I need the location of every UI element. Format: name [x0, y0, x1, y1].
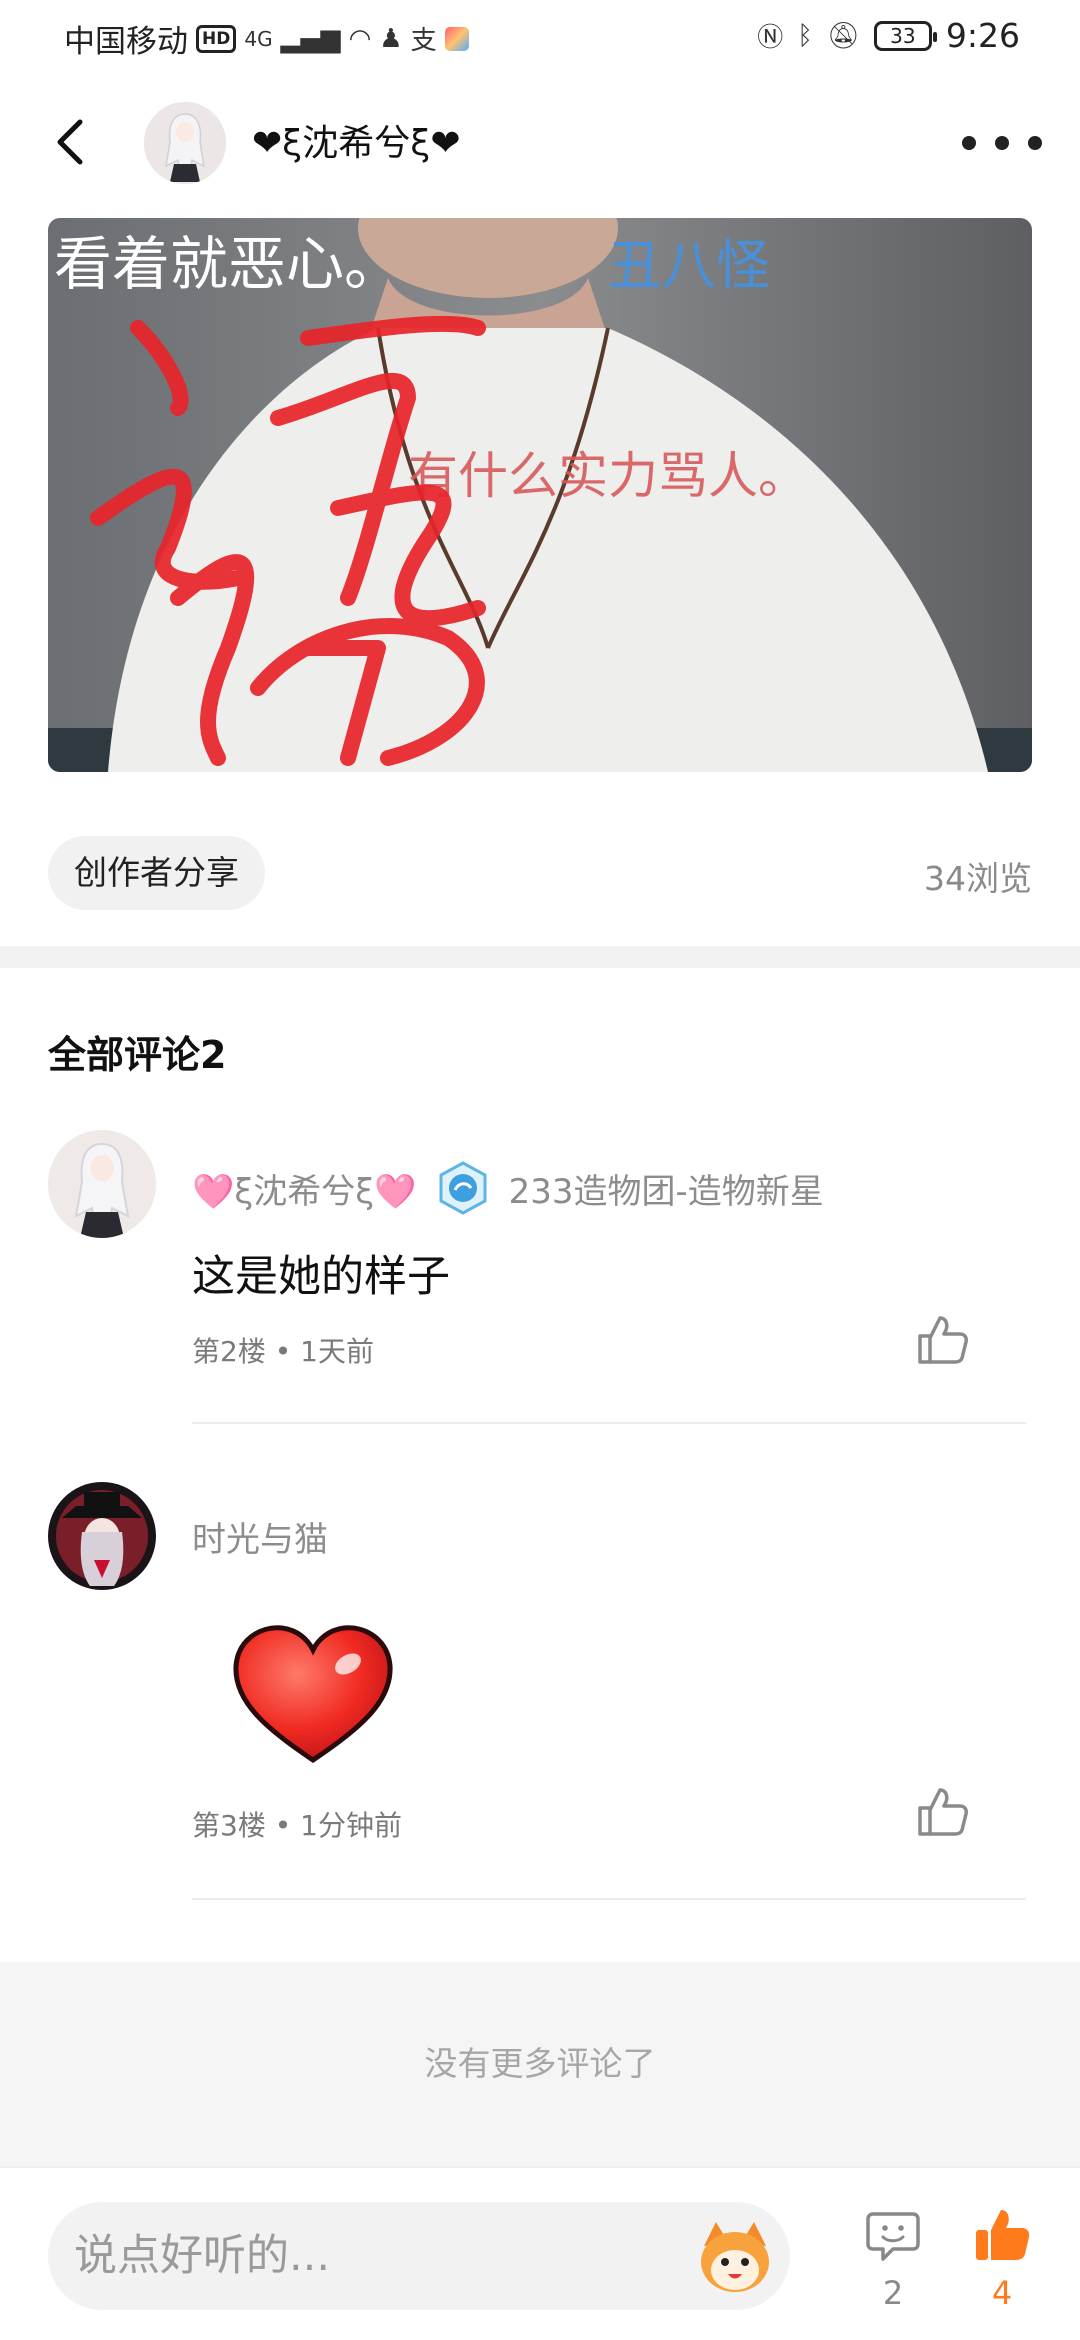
- comment-meta: 第2楼 • 1天前: [192, 1335, 374, 1368]
- comment-text: 这是她的样子: [192, 1252, 450, 1302]
- mascot-emoji-icon[interactable]: [694, 2216, 776, 2298]
- comment-item: 🩷ξ沈希兮ξ🩷 233造物团-造物新星 这是她的样子 第2楼 • 1天前: [0, 1130, 1080, 1430]
- like-post-button[interactable]: 4: [962, 2206, 1042, 2312]
- creator-badge-icon: [435, 1160, 491, 1216]
- status-left: 中国移动 HD 4G ▂▄▆ ◠ ♟ 支: [64, 16, 469, 61]
- thumbs-up-filled-icon: [976, 2210, 1030, 2260]
- mute-bell-icon: 🔕︎: [826, 20, 860, 51]
- view-count: 34浏览: [924, 859, 1032, 898]
- section-divider: [0, 946, 1080, 968]
- comment-header: 🩷ξ沈希兮ξ🩷 233造物团-造物新星: [192, 1160, 824, 1216]
- like-count: 4: [991, 2274, 1013, 2312]
- commenter-avatar[interactable]: [48, 1130, 156, 1238]
- notification-bell-icon: ♟: [379, 23, 403, 54]
- bottom-action-bar: 2 4: [0, 2166, 1080, 2340]
- thumbs-up-icon: [918, 1316, 968, 1364]
- creator-badge-text: 233造物团-造物新星: [508, 1171, 824, 1212]
- status-right: Ⓝ ᛒ 🔕︎ 33 9:26: [757, 16, 1020, 55]
- author-name[interactable]: ❤ξ沈希兮ξ❤: [252, 114, 460, 166]
- comment-like-button[interactable]: [912, 1782, 972, 1842]
- comment-meta: 第3楼 • 1分钟前: [192, 1809, 402, 1842]
- post-header: ❤ξ沈希兮ξ❤: [0, 90, 1080, 200]
- comment-item: 时光与猫 第3楼 • 1分钟前: [0, 1482, 1080, 1902]
- more-dot: [1028, 136, 1042, 150]
- nfc-icon: Ⓝ: [757, 23, 784, 53]
- chevron-left-icon: [57, 119, 83, 165]
- hd-indicator: HD: [196, 24, 237, 53]
- comment-count: 2: [882, 2274, 904, 2312]
- commenter-name[interactable]: 🩷ξ沈希兮ξ🩷: [192, 1164, 417, 1213]
- more-options-button[interactable]: [962, 118, 1042, 168]
- comment-separator: [192, 1898, 1026, 1900]
- image-caption-left: 看着就恶心。: [54, 230, 402, 298]
- comment-like-button[interactable]: [912, 1310, 972, 1370]
- more-dot: [995, 136, 1009, 150]
- alipay-icon: 支: [410, 26, 437, 56]
- signal-icon: 4G: [244, 26, 273, 51]
- thumbs-up-icon: [918, 1788, 968, 1836]
- comment-header: 时光与猫: [192, 1512, 328, 1561]
- image-caption-middle: 有什么实力骂人。: [408, 447, 808, 505]
- image-caption-right: 丑八怪: [608, 234, 770, 297]
- back-button[interactable]: [42, 112, 102, 172]
- bluetooth-icon: ᛒ: [797, 20, 813, 51]
- comment-input-box[interactable]: [48, 2202, 790, 2310]
- post-image[interactable]: 看着就恶心。 丑八怪 有什么实力骂人。: [48, 218, 1032, 772]
- no-more-comments: 没有更多评论了: [0, 1962, 1080, 2166]
- battery-indicator: 33: [873, 20, 937, 51]
- carrier-name: 中国移动: [64, 24, 188, 60]
- clock: 9:26: [945, 16, 1020, 55]
- wifi-icon: ◠: [348, 23, 372, 54]
- creator-share-tag[interactable]: 创作者分享: [48, 836, 265, 910]
- commenter-avatar[interactable]: [48, 1482, 156, 1590]
- post-photo: 看着就恶心。 丑八怪 有什么实力骂人。: [48, 218, 1032, 772]
- comment-count-button[interactable]: 2: [853, 2206, 933, 2312]
- red-heart-sticker: [228, 1620, 398, 1770]
- comments-title: 全部评论2: [48, 1033, 227, 1077]
- author-avatar[interactable]: [144, 102, 226, 184]
- comment-input[interactable]: [74, 2216, 694, 2296]
- commenter-name[interactable]: 时光与猫: [192, 1512, 328, 1561]
- app-notification-icon: [444, 26, 469, 51]
- more-dot: [962, 136, 976, 150]
- comment-separator: [192, 1422, 1026, 1424]
- comment-bubble-icon: [866, 2212, 920, 2261]
- signal-bars-icon: ▂▄▆: [280, 23, 341, 54]
- status-bar: 中国移动 HD 4G ▂▄▆ ◠ ♟ 支 Ⓝ ᛒ 🔕︎ 33 9:26: [0, 0, 1080, 78]
